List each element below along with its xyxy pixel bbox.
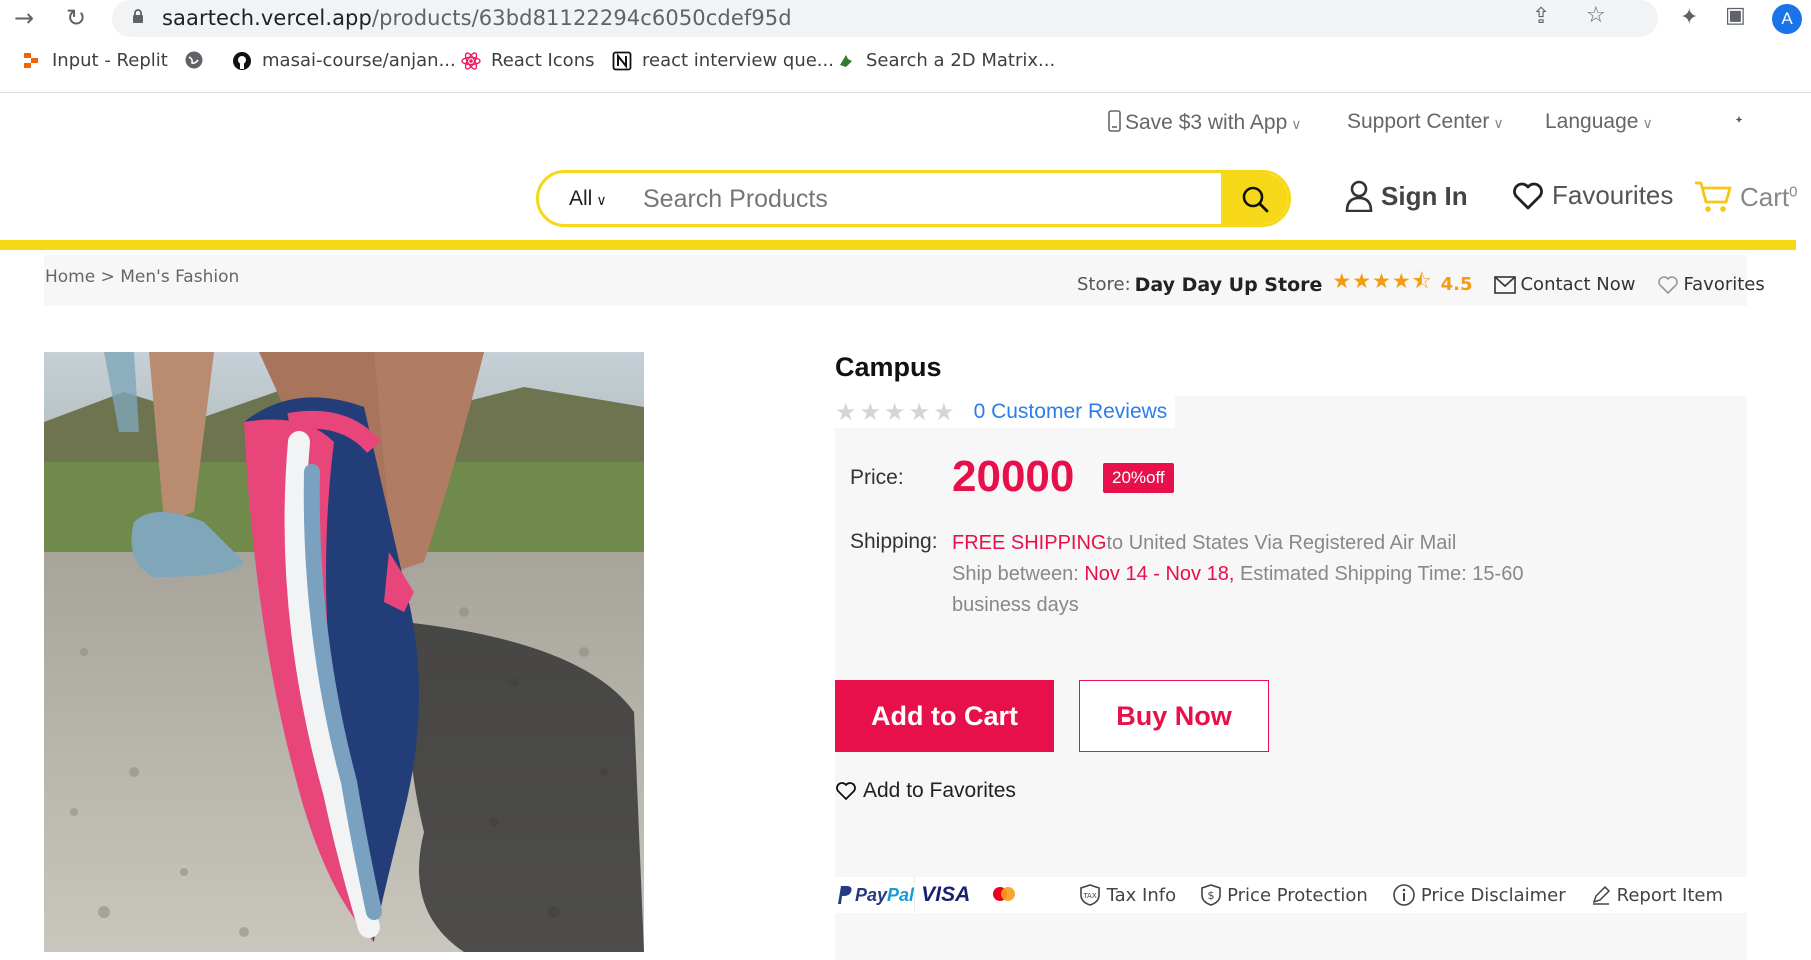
store-rating-stars: ★★★★⯪ [1332,269,1433,293]
dark-mode-toggle-icon[interactable] [1718,113,1746,141]
sign-in-link[interactable]: Sign In [1345,180,1468,212]
tax-shield-icon: TAX [1079,884,1100,906]
store-rating: 4.5 [1440,274,1473,295]
customer-reviews-link[interactable]: 0 Customer Reviews [974,400,1168,424]
search-button[interactable] [1221,173,1288,224]
favourites-link[interactable]: Favourites [1512,180,1673,211]
svg-text:$: $ [1208,889,1215,902]
store-favorites-link[interactable]: Favorites [1657,274,1765,295]
phone-icon [1108,110,1121,132]
shipping-label: Shipping: [850,530,938,553]
search-category-select[interactable]: All ∨ [569,187,607,211]
url-row: → ↻ saartech.vercel.app/products/63bd811… [0,0,1811,37]
breadcrumb[interactable]: Home > Men's Fashion [45,267,239,287]
pencil-icon [1592,885,1610,905]
price-value: 20000 [952,452,1075,501]
bookmark-item[interactable]: Input - Replit [22,50,168,71]
header-divider [0,240,1796,250]
price-disclaimer-link[interactable]: Price Disclaimer [1392,883,1566,907]
browser-chrome: → ↻ saartech.vercel.app/products/63bd811… [0,0,1811,92]
share-icon[interactable]: ⇪ [1532,4,1550,29]
cart-icon [1695,181,1732,212]
running-shoe-photo [44,352,644,952]
heart-outline-icon [1658,275,1679,294]
chevron-down-icon: ∨ [1642,115,1653,131]
tax-info-link[interactable]: TAX Tax Info [1078,883,1176,907]
cart-count: 0 [1789,182,1798,200]
report-item-link[interactable]: Report Item [1590,884,1723,906]
profile-avatar[interactable]: A [1772,4,1802,34]
store-name[interactable]: Day Day Up Store [1135,274,1323,296]
buy-now-button[interactable]: Buy Now [1079,680,1269,752]
lock-icon [133,9,143,23]
visa-logo: VISA [914,877,976,913]
info-icon [1393,884,1415,906]
breadcrumb-strip: Home > Men's Fashion Store: Day Day Up S… [44,255,1765,306]
bookmark-star-icon[interactable]: ☆ [1586,3,1606,28]
cart-link[interactable]: Cart0 [1694,180,1797,214]
product-image[interactable] [44,352,644,952]
save-with-app-link[interactable]: Save $3 with App ∨ [1108,110,1302,135]
notion-icon [612,51,632,70]
product-title: Campus [835,352,942,382]
replit-icon [24,52,38,68]
bookmark-item[interactable]: React Icons [461,50,594,71]
review-row: ★★★★★ 0 Customer Reviews [835,396,1176,428]
price-label: Price: [850,466,904,489]
add-to-cart-button[interactable]: Add to Cart [835,680,1054,752]
shipping-info: FREE SHIPPINGto United States Via Regist… [952,532,1524,616]
globe-icon [185,51,203,69]
support-center-link[interactable]: Support Center ∨ [1347,110,1504,134]
svg-text:TAX: TAX [1082,892,1097,900]
search-bar: All ∨ [536,170,1291,227]
mail-icon [1494,275,1517,294]
mastercard-logo [977,877,1031,913]
utility-links: Save $3 with App ∨ Support Center ∨ Langua… [0,110,1811,140]
heart-outline-icon [836,782,856,800]
address-bar[interactable]: saartech.vercel.app/products/63bd8112229… [112,0,1658,37]
discount-badge: 20%off [1103,463,1174,493]
mastercard-icon [992,887,1015,901]
chevron-down-icon: ∨ [1291,116,1302,132]
title-row: Campus [835,352,1747,396]
search-icon [1242,186,1268,212]
paypal-logo: Pay Pal [835,877,914,913]
chrome-divider [0,92,1811,93]
react-icon [461,51,481,70]
contact-now-link[interactable]: Contact Now [1494,274,1635,295]
add-to-favorites-link[interactable]: Add to Favorites [835,779,1016,803]
chevron-down-icon: ∨ [596,192,607,208]
reload-icon[interactable]: ↻ [66,4,86,32]
product-rating-stars: ★★★★★ [835,398,958,426]
product-details: Campus ★★★★★ 0 Customer Reviews Price: 2… [835,352,1747,960]
paypal-icon [838,886,852,904]
payment-row: Pay Pal VISA TAX Tax Info $ Price Protect… [835,877,1747,913]
bookmark-item[interactable]: Search a 2D Matrix... [836,50,1055,71]
search-input[interactable] [643,181,1203,217]
github-icon [233,51,251,70]
dollar-shield-icon: $ [1201,884,1221,906]
price-protection-link[interactable]: $ Price Protection [1200,883,1368,907]
heart-icon [1513,182,1543,209]
user-icon [1345,180,1373,212]
leetcode-icon [840,54,852,67]
forward-icon[interactable]: → [14,4,34,32]
bookmarks-bar: Input - Replit masai-course/anjan... Rea… [0,50,1811,80]
url-text: saartech.vercel.app/products/63bd8112229… [162,6,792,30]
side-panel-icon[interactable]: ▣ [1725,3,1746,28]
store-info: Store: Day Day Up Store ★★★★⯪ 4.5 Contac… [1077,267,1765,302]
language-selector[interactable]: Language ∨ [1545,110,1653,134]
extensions-icon[interactable]: ✦ [1680,5,1698,30]
bookmark-item[interactable]: masai-course/anjan... [232,50,456,71]
bookmark-item[interactable]: react interview que... [612,50,834,71]
bookmark-item[interactable] [184,50,204,70]
chevron-down-icon: ∨ [1493,115,1504,131]
